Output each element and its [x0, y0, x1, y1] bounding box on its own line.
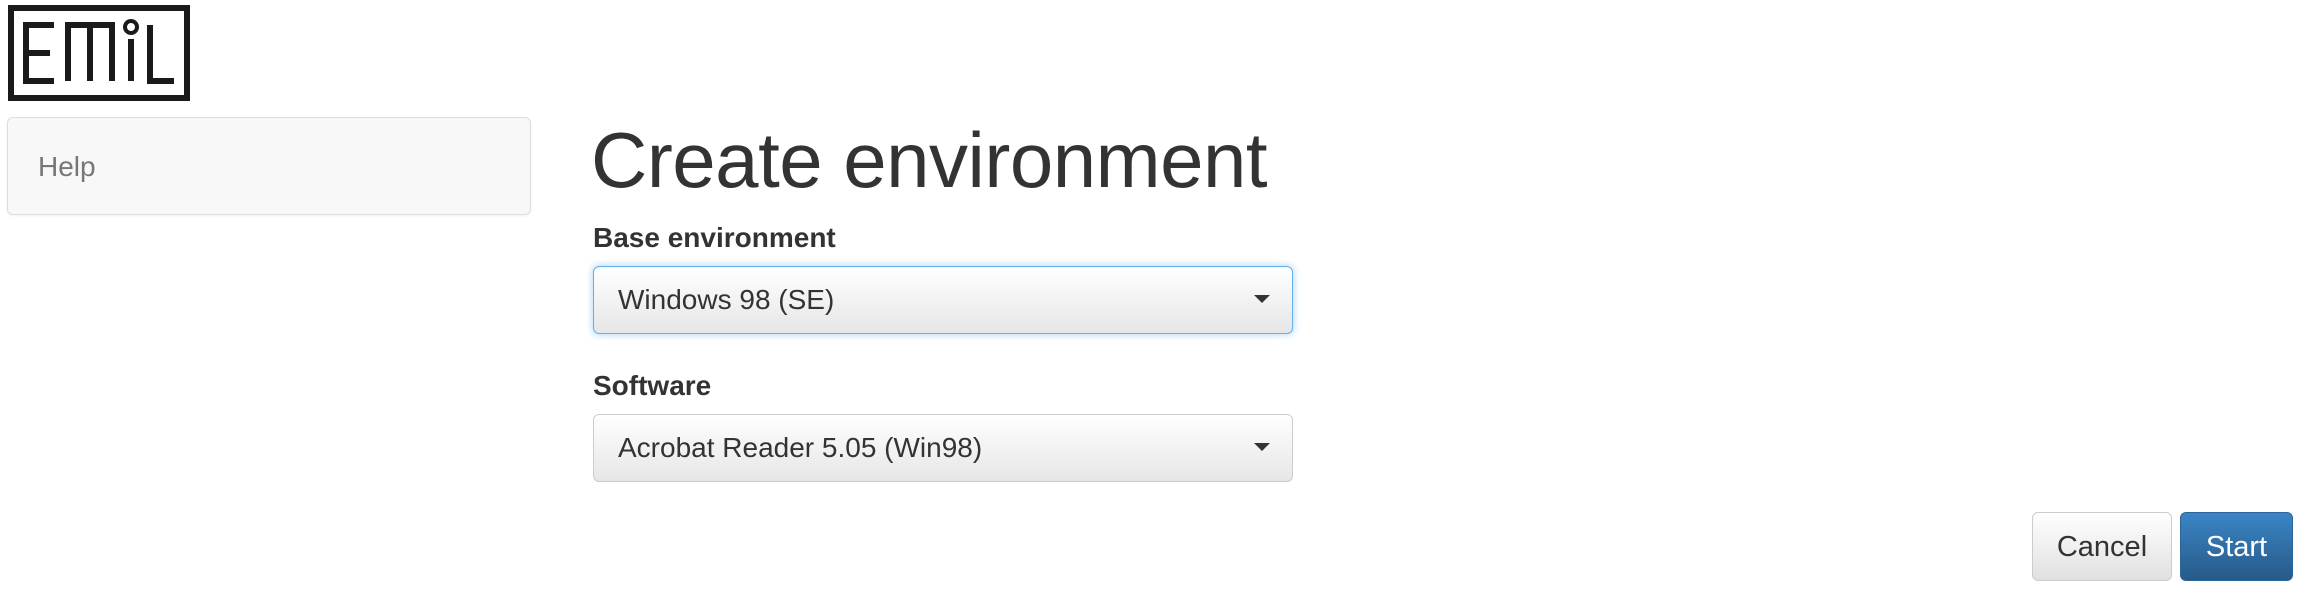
emil-logo [8, 5, 190, 101]
software-value: Acrobat Reader 5.05 (Win98) [618, 432, 983, 463]
base-environment-value: Windows 98 (SE) [618, 284, 835, 315]
software-select[interactable]: Acrobat Reader 5.05 (Win98) [593, 414, 1293, 482]
base-environment-select[interactable]: Windows 98 (SE) [593, 266, 1293, 334]
cancel-button[interactable]: Cancel [2032, 512, 2172, 581]
sidebar-item-help[interactable]: Help [38, 118, 96, 216]
start-button[interactable]: Start [2180, 512, 2293, 581]
page-title: Create environment [591, 116, 1268, 204]
base-environment-label: Base environment [593, 222, 836, 253]
chevron-down-icon [1254, 295, 1270, 303]
sidebar: Help [7, 117, 531, 215]
logo-graphic [8, 5, 190, 101]
app-root: Help Create environment Base environment… [0, 0, 2300, 608]
chevron-down-icon [1254, 443, 1270, 451]
software-label: Software [593, 370, 712, 401]
